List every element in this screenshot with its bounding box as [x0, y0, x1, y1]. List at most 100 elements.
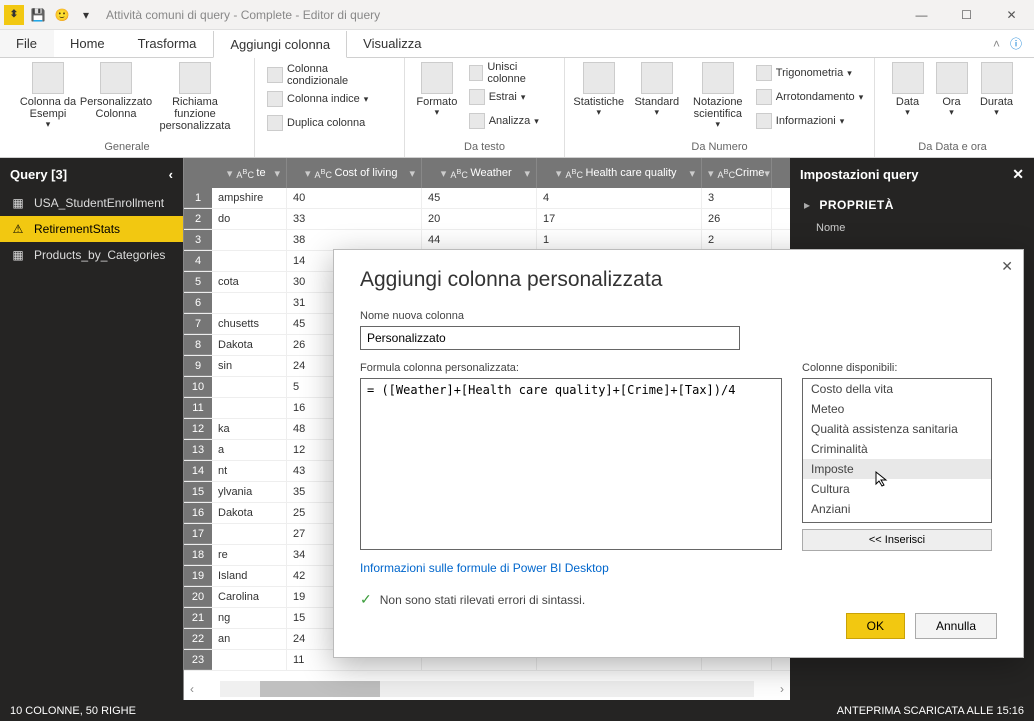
cell[interactable]: 40: [287, 188, 422, 208]
date-button[interactable]: Data▾: [886, 62, 930, 118]
settings-close-icon[interactable]: ✕: [1012, 166, 1024, 183]
cell[interactable]: 17: [537, 209, 702, 229]
horizontal-scrollbar[interactable]: ‹ ›: [184, 678, 790, 700]
dropdown-icon[interactable]: ▾: [76, 5, 96, 25]
cell[interactable]: 3: [702, 188, 772, 208]
filter-icon[interactable]: ▾: [409, 167, 415, 180]
list-item[interactable]: Imposte: [803, 459, 991, 479]
filter-icon[interactable]: ▾: [689, 167, 695, 180]
column-header[interactable]: ▾ABCWeather▾: [422, 158, 537, 188]
cell[interactable]: 33: [287, 209, 422, 229]
chevron-left-icon[interactable]: ‹: [169, 167, 173, 182]
ok-button[interactable]: OK: [846, 613, 905, 639]
cell[interactable]: Carolina: [212, 587, 287, 607]
duration-button[interactable]: Durata▾: [974, 62, 1020, 118]
list-item[interactable]: Cultura: [803, 479, 991, 499]
cell[interactable]: 45: [422, 188, 537, 208]
duplicate-column-button[interactable]: Duplica colonna: [263, 112, 396, 134]
cell[interactable]: 44: [422, 230, 537, 250]
column-header[interactable]: ▾ABCCost of living▾: [287, 158, 422, 188]
dropdown-icon[interactable]: ▾: [227, 167, 233, 180]
rounding-button[interactable]: Arrotondamento▾: [752, 86, 867, 108]
query-item[interactable]: ⚠RetirementStats: [0, 216, 183, 242]
statistics-button[interactable]: Statistiche▾: [572, 62, 626, 118]
cancel-button[interactable]: Annulla: [915, 613, 997, 639]
dialog-close-icon[interactable]: ✕: [1001, 258, 1013, 275]
formula-help-link[interactable]: Informazioni sulle formule di Power BI D…: [360, 561, 609, 575]
close-button[interactable]: ✕: [989, 0, 1034, 30]
cell[interactable]: [212, 293, 287, 313]
available-columns-list[interactable]: Costo della vitaMeteoQualità assistenza …: [802, 378, 992, 523]
cell[interactable]: do: [212, 209, 287, 229]
formula-input[interactable]: [360, 378, 782, 550]
cell[interactable]: ka: [212, 419, 287, 439]
column-header[interactable]: ▾ABCHealth care quality▾: [537, 158, 702, 188]
cell[interactable]: 26: [702, 209, 772, 229]
cell[interactable]: [212, 377, 287, 397]
time-button[interactable]: Ora▾: [934, 62, 970, 118]
cell[interactable]: [212, 398, 287, 418]
list-item[interactable]: Criminalità: [803, 439, 991, 459]
cell[interactable]: sin: [212, 356, 287, 376]
column-header[interactable]: ▾ABCCrime▾: [702, 158, 772, 188]
emoji-icon[interactable]: 🙂: [52, 5, 72, 25]
cell[interactable]: Island: [212, 566, 287, 586]
cell[interactable]: [212, 251, 287, 271]
invoke-function-button[interactable]: Richiama funzione personalizzata: [152, 62, 238, 132]
cell[interactable]: re: [212, 545, 287, 565]
help-icon[interactable]: ⓘ: [1010, 35, 1022, 52]
tab-view[interactable]: Visualizza: [347, 30, 438, 57]
dropdown-icon[interactable]: ▾: [305, 167, 311, 180]
tab-home[interactable]: Home: [54, 30, 122, 57]
cell[interactable]: [212, 650, 287, 670]
maximize-button[interactable]: ☐: [944, 0, 989, 30]
tab-transform[interactable]: Trasforma: [122, 30, 214, 57]
queries-header[interactable]: Query [3] ‹: [0, 158, 183, 190]
cell[interactable]: Dakota: [212, 503, 287, 523]
parse-button[interactable]: Analizza▾: [465, 110, 556, 132]
cell[interactable]: an: [212, 629, 287, 649]
extract-button[interactable]: Estrai▾: [465, 86, 556, 108]
cell[interactable]: 2: [702, 230, 772, 250]
format-button[interactable]: Formato▾: [413, 62, 461, 118]
table-row[interactable]: 3384412: [184, 230, 790, 251]
cell[interactable]: 38: [287, 230, 422, 250]
table-row[interactable]: 1ampshire404543: [184, 188, 790, 209]
minimize-button[interactable]: —: [899, 0, 944, 30]
column-from-examples-button[interactable]: Colonna da Esempi▾: [16, 62, 80, 130]
cell[interactable]: ampshire: [212, 188, 287, 208]
ribbon-collapse-icon[interactable]: ˄: [993, 37, 1000, 51]
table-row[interactable]: 2do33201726: [184, 209, 790, 230]
query-item[interactable]: ▦USA_StudentEnrollment: [0, 190, 183, 216]
conditional-column-button[interactable]: Colonna condizionale: [263, 64, 396, 86]
cell[interactable]: a: [212, 440, 287, 460]
merge-columns-button[interactable]: Unisci colonne: [465, 62, 556, 84]
list-item[interactable]: Qualità assistenza sanitaria: [803, 419, 991, 439]
tab-add-column[interactable]: Aggiungi colonna: [213, 31, 347, 58]
scientific-button[interactable]: Notazione scientifica▾: [688, 62, 748, 130]
new-column-name-input[interactable]: [360, 326, 740, 350]
dropdown-icon[interactable]: ▾: [556, 167, 562, 180]
cell[interactable]: chusetts: [212, 314, 287, 334]
cell[interactable]: [212, 230, 287, 250]
cell[interactable]: cota: [212, 272, 287, 292]
cell[interactable]: ng: [212, 608, 287, 628]
cell[interactable]: 4: [537, 188, 702, 208]
filter-icon[interactable]: ▾: [764, 167, 770, 180]
custom-column-button[interactable]: Personalizzato Colonna: [84, 62, 148, 120]
cell[interactable]: 20: [422, 209, 537, 229]
save-icon[interactable]: 💾: [28, 5, 48, 25]
dropdown-icon[interactable]: ▾: [708, 167, 714, 180]
column-header[interactable]: ▾ABCte▾: [212, 158, 287, 188]
insert-button[interactable]: << Inserisci: [802, 529, 992, 551]
filter-icon[interactable]: ▾: [274, 167, 280, 180]
cell[interactable]: [212, 524, 287, 544]
information-button[interactable]: Informazioni▾: [752, 110, 867, 132]
tab-file[interactable]: File: [0, 30, 54, 57]
trigonometry-button[interactable]: Trigonometria▾: [752, 62, 867, 84]
list-item[interactable]: Costo della vita: [803, 379, 991, 399]
cell[interactable]: nt: [212, 461, 287, 481]
list-item[interactable]: Anziani: [803, 499, 991, 519]
filter-icon[interactable]: ▾: [524, 167, 530, 180]
list-item[interactable]: Meteo: [803, 399, 991, 419]
